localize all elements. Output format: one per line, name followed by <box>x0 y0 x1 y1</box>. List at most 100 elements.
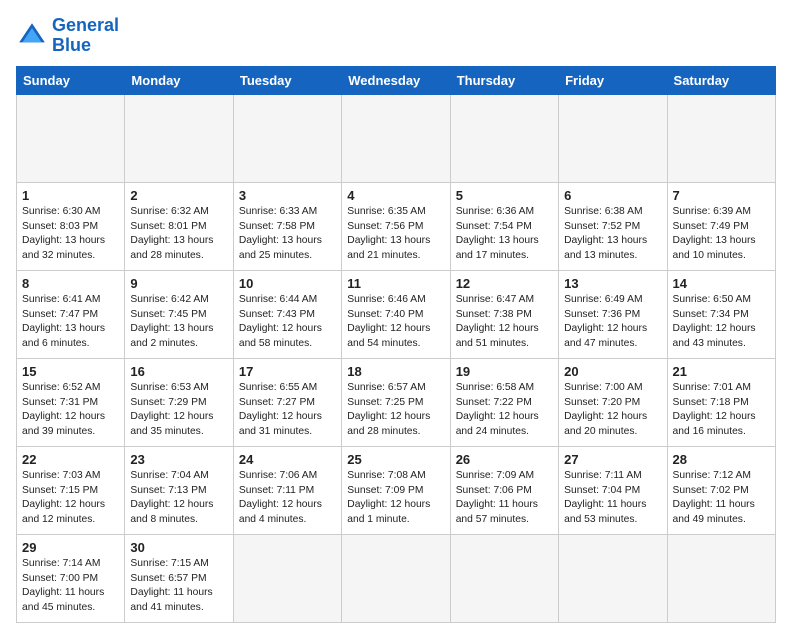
day-info: Sunrise: 6:52 AM Sunset: 7:31 PM Dayligh… <box>22 381 119 441</box>
calendar-cell: 20 Sunrise: 7:00 AM Sunset: 7:20 PM Dayli… <box>559 358 667 446</box>
calendar-cell: 4 Sunrise: 6:35 AM Sunset: 7:56 PM Daylig… <box>342 182 450 270</box>
day-info: Sunrise: 6:38 AM Sunset: 7:52 PM Dayligh… <box>564 205 661 265</box>
calendar-cell: 27Sunrise: 7:11 AM Sunset: 7:04 PM Dayli… <box>559 446 667 534</box>
day-of-week-header: Sunday <box>17 66 125 94</box>
day-info: Sunrise: 6:58 AM Sunset: 7:22 PM Dayligh… <box>456 381 553 441</box>
calendar-cell <box>233 94 341 182</box>
page-header: General Blue <box>16 16 776 56</box>
day-number: 7 <box>673 188 770 203</box>
calendar-cell: 14 Sunrise: 6:50 AM Sunset: 7:34 PM Dayli… <box>667 270 775 358</box>
calendar-cell <box>342 94 450 182</box>
day-number: 5 <box>456 188 553 203</box>
day-info: Sunrise: 7:15 AM Sunset: 6:57 PM Dayligh… <box>130 557 227 617</box>
calendar-cell <box>450 94 558 182</box>
day-number: 4 <box>347 188 444 203</box>
day-info: Sunrise: 7:08 AM Sunset: 7:09 PM Dayligh… <box>347 469 444 529</box>
calendar-week-row: 1Sunrise: 6:30 AM Sunset: 8:03 PM Daylig… <box>17 182 776 270</box>
calendar-cell: 17 Sunrise: 6:55 AM Sunset: 7:27 PM Dayli… <box>233 358 341 446</box>
calendar-cell <box>233 534 341 622</box>
day-info: Sunrise: 7:06 AM Sunset: 7:11 PM Dayligh… <box>239 469 336 529</box>
calendar-cell <box>667 94 775 182</box>
day-info: Sunrise: 7:01 AM Sunset: 7:18 PM Dayligh… <box>673 381 770 441</box>
logo-text: General Blue <box>52 16 119 56</box>
day-number: 20 <box>564 364 661 379</box>
calendar-week-row: 8 Sunrise: 6:41 AM Sunset: 7:47 PM Daylig… <box>17 270 776 358</box>
day-number: 21 <box>673 364 770 379</box>
day-number: 6 <box>564 188 661 203</box>
calendar-table: SundayMondayTuesdayWednesdayThursdayFrid… <box>16 66 776 623</box>
calendar-cell <box>450 534 558 622</box>
calendar-week-row: 22 Sunrise: 7:03 AM Sunset: 7:15 PM Dayli… <box>17 446 776 534</box>
day-number: 29 <box>22 540 119 555</box>
calendar-cell: 12Sunrise: 6:47 AM Sunset: 7:38 PM Dayli… <box>450 270 558 358</box>
day-info: Sunrise: 6:55 AM Sunset: 7:27 PM Dayligh… <box>239 381 336 441</box>
day-number: 25 <box>347 452 444 467</box>
day-info: Sunrise: 6:50 AM Sunset: 7:34 PM Dayligh… <box>673 293 770 353</box>
day-number: 23 <box>130 452 227 467</box>
calendar-cell: 2Sunrise: 6:32 AM Sunset: 8:01 PM Daylig… <box>125 182 233 270</box>
calendar-cell: 5 Sunrise: 6:36 AM Sunset: 7:54 PM Daylig… <box>450 182 558 270</box>
day-number: 16 <box>130 364 227 379</box>
day-info: Sunrise: 6:49 AM Sunset: 7:36 PM Dayligh… <box>564 293 661 353</box>
day-info: Sunrise: 6:44 AM Sunset: 7:43 PM Dayligh… <box>239 293 336 353</box>
calendar-cell: 7Sunrise: 6:39 AM Sunset: 7:49 PM Daylig… <box>667 182 775 270</box>
day-info: Sunrise: 7:00 AM Sunset: 7:20 PM Dayligh… <box>564 381 661 441</box>
day-number: 19 <box>456 364 553 379</box>
calendar-cell: 18Sunrise: 6:57 AM Sunset: 7:25 PM Dayli… <box>342 358 450 446</box>
day-info: Sunrise: 6:33 AM Sunset: 7:58 PM Dayligh… <box>239 205 336 265</box>
calendar-cell: 15 Sunrise: 6:52 AM Sunset: 7:31 PM Dayli… <box>17 358 125 446</box>
day-of-week-header: Friday <box>559 66 667 94</box>
day-number: 15 <box>22 364 119 379</box>
day-info: Sunrise: 7:12 AM Sunset: 7:02 PM Dayligh… <box>673 469 770 529</box>
day-info: Sunrise: 7:11 AM Sunset: 7:04 PM Dayligh… <box>564 469 661 529</box>
calendar-cell <box>125 94 233 182</box>
calendar-cell: 24 Sunrise: 7:06 AM Sunset: 7:11 PM Dayli… <box>233 446 341 534</box>
day-number: 17 <box>239 364 336 379</box>
calendar-cell: 29 Sunrise: 7:14 AM Sunset: 7:00 PM Dayli… <box>17 534 125 622</box>
day-number: 22 <box>22 452 119 467</box>
day-info: Sunrise: 6:36 AM Sunset: 7:54 PM Dayligh… <box>456 205 553 265</box>
day-info: Sunrise: 6:53 AM Sunset: 7:29 PM Dayligh… <box>130 381 227 441</box>
calendar-cell: 30Sunrise: 7:15 AM Sunset: 6:57 PM Dayli… <box>125 534 233 622</box>
day-number: 18 <box>347 364 444 379</box>
day-number: 3 <box>239 188 336 203</box>
day-info: Sunrise: 6:35 AM Sunset: 7:56 PM Dayligh… <box>347 205 444 265</box>
logo-icon <box>16 20 48 52</box>
calendar-cell: 3 Sunrise: 6:33 AM Sunset: 7:58 PM Daylig… <box>233 182 341 270</box>
day-of-week-header: Monday <box>125 66 233 94</box>
calendar-cell <box>559 94 667 182</box>
calendar-cell <box>667 534 775 622</box>
calendar-cell: 19 Sunrise: 6:58 AM Sunset: 7:22 PM Dayli… <box>450 358 558 446</box>
day-info: Sunrise: 6:41 AM Sunset: 7:47 PM Dayligh… <box>22 293 119 353</box>
day-number: 14 <box>673 276 770 291</box>
calendar-week-row: 15 Sunrise: 6:52 AM Sunset: 7:31 PM Dayli… <box>17 358 776 446</box>
calendar-cell: 21 Sunrise: 7:01 AM Sunset: 7:18 PM Dayli… <box>667 358 775 446</box>
day-number: 9 <box>130 276 227 291</box>
day-number: 12 <box>456 276 553 291</box>
calendar-header-row: SundayMondayTuesdayWednesdayThursdayFrid… <box>17 66 776 94</box>
day-number: 26 <box>456 452 553 467</box>
day-info: Sunrise: 6:30 AM Sunset: 8:03 PM Dayligh… <box>22 205 119 265</box>
day-number: 10 <box>239 276 336 291</box>
calendar-cell: 11 Sunrise: 6:46 AM Sunset: 7:40 PM Dayli… <box>342 270 450 358</box>
day-number: 13 <box>564 276 661 291</box>
day-info: Sunrise: 6:46 AM Sunset: 7:40 PM Dayligh… <box>347 293 444 353</box>
day-number: 2 <box>130 188 227 203</box>
day-of-week-header: Tuesday <box>233 66 341 94</box>
day-of-week-header: Saturday <box>667 66 775 94</box>
day-info: Sunrise: 6:42 AM Sunset: 7:45 PM Dayligh… <box>130 293 227 353</box>
calendar-cell: 16 Sunrise: 6:53 AM Sunset: 7:29 PM Dayli… <box>125 358 233 446</box>
day-number: 11 <box>347 276 444 291</box>
day-number: 8 <box>22 276 119 291</box>
calendar-cell: 28 Sunrise: 7:12 AM Sunset: 7:02 PM Dayli… <box>667 446 775 534</box>
day-number: 24 <box>239 452 336 467</box>
day-of-week-header: Thursday <box>450 66 558 94</box>
calendar-cell: 10 Sunrise: 6:44 AM Sunset: 7:43 PM Dayli… <box>233 270 341 358</box>
day-info: Sunrise: 7:04 AM Sunset: 7:13 PM Dayligh… <box>130 469 227 529</box>
calendar-cell: 23 Sunrise: 7:04 AM Sunset: 7:13 PM Dayli… <box>125 446 233 534</box>
calendar-cell: 6 Sunrise: 6:38 AM Sunset: 7:52 PM Daylig… <box>559 182 667 270</box>
calendar-cell <box>17 94 125 182</box>
day-info: Sunrise: 7:03 AM Sunset: 7:15 PM Dayligh… <box>22 469 119 529</box>
day-number: 28 <box>673 452 770 467</box>
day-info: Sunrise: 7:14 AM Sunset: 7:00 PM Dayligh… <box>22 557 119 617</box>
